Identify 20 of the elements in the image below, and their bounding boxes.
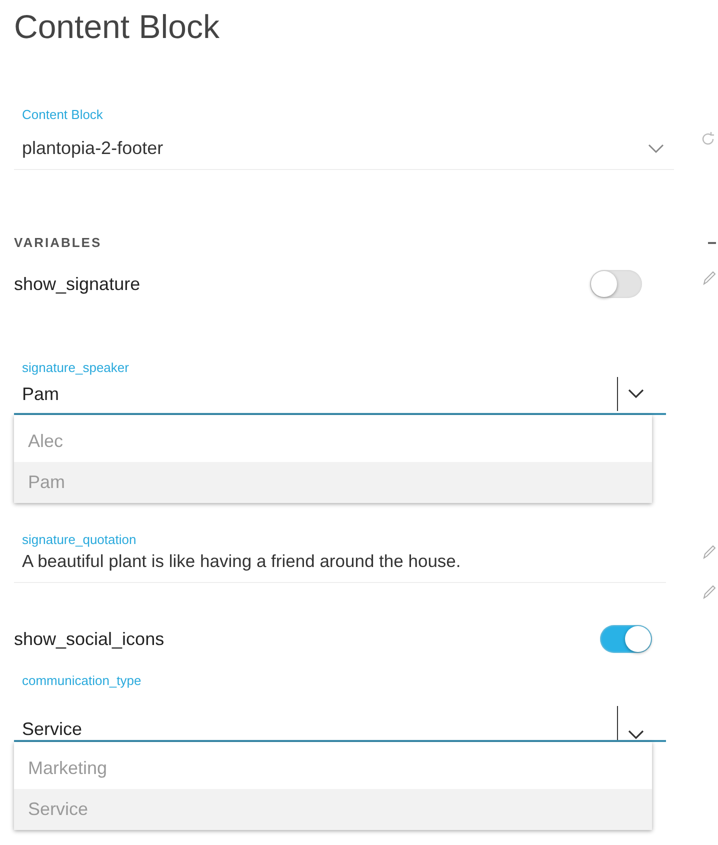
field-label: signature_quotation	[21, 532, 138, 547]
collapse-icon[interactable]	[708, 242, 716, 244]
pencil-icon[interactable]	[702, 584, 716, 600]
chevron-down-icon	[648, 144, 664, 154]
refresh-icon[interactable]	[700, 130, 716, 146]
chevron-down-icon	[628, 730, 644, 740]
field-label: communication_type	[21, 673, 142, 688]
content-block-select[interactable]: plantopia-2-footer	[14, 128, 674, 170]
toggle-switch[interactable]	[590, 270, 642, 298]
field-label: Content Block	[21, 107, 104, 122]
pencil-icon[interactable]	[702, 544, 716, 560]
variable-name: show_signature	[14, 274, 140, 294]
toggle-switch[interactable]	[600, 625, 652, 653]
field-label: signature_speaker	[21, 360, 130, 375]
variable-value[interactable]: A beautiful plant is like having a friend around the house.	[14, 547, 666, 583]
chevron-down-icon	[628, 389, 644, 399]
pencil-icon[interactable]	[702, 270, 716, 286]
section-heading: VARIABLES	[14, 235, 102, 250]
page-title: Content Block	[14, 8, 220, 46]
variable-name: show_social_icons	[14, 628, 164, 650]
